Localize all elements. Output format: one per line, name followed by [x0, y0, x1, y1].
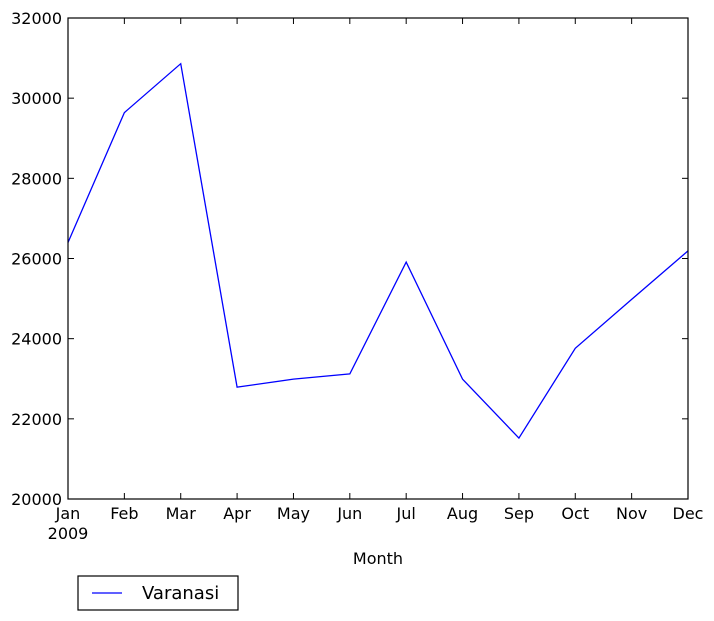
y-tick-label: 30000	[11, 89, 62, 108]
x-tick-label: Oct	[561, 504, 589, 523]
x-tick-label: Sep	[504, 504, 534, 523]
x-year-label: 2009	[48, 524, 89, 543]
x-tick-label: Mar	[166, 504, 197, 523]
x-tick-label: May	[277, 504, 310, 523]
y-tick-label: 28000	[11, 169, 62, 188]
x-tick-label: Apr	[223, 504, 251, 523]
x-tick-label: Nov	[616, 504, 647, 523]
x-axis-label: Month	[353, 549, 403, 568]
series-line-varanasi	[67, 62, 689, 440]
x-tick-label: Jul	[396, 504, 416, 523]
x-tick-label: Dec	[673, 504, 704, 523]
y-tick-label: 24000	[11, 330, 62, 349]
y-tick-label: 20000	[11, 490, 62, 509]
x-tick-label: Feb	[110, 504, 138, 523]
legend-label-varanasi: Varanasi	[142, 583, 219, 604]
y-tick-label: 32000	[11, 9, 62, 28]
y-axis: 20000 22000 24000 26000 28000 30000 32000	[11, 9, 688, 509]
x-tick-label: Aug	[447, 504, 478, 523]
x-tick-label: Jan	[55, 504, 81, 523]
legend: Varanasi	[77, 575, 239, 611]
y-tick-label: 26000	[11, 250, 62, 269]
plot-frame	[67, 17, 689, 500]
x-axis: Jan Feb Mar Apr May Jun Jul Aug Sep Oct Nov Dec	[55, 18, 704, 523]
x-tick-label: Jun	[336, 504, 362, 523]
line-chart: 20000 22000 24000 26000 28000 30000 32000 Jan F…	[11, 9, 704, 611]
y-tick-label: 22000	[11, 410, 62, 429]
